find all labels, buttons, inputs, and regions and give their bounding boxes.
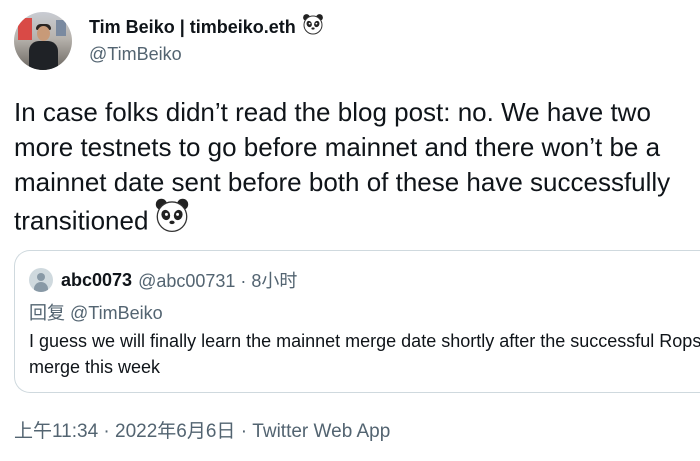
- quoted-tweet-header: abc0073 @abc00731 · 8小时: [29, 267, 297, 293]
- author-names: Tim Beiko | timbeiko.eth @TimBeiko: [89, 13, 324, 66]
- tweet-timestamp[interactable]: 上午11:34 · 2022年6月6日 · Twitter Web App: [14, 416, 390, 443]
- tweet-text: In case folks didn’t read the blog post:…: [14, 97, 671, 236]
- avatar-head: [37, 26, 50, 41]
- avatar[interactable]: [14, 12, 72, 70]
- tweet-body: In case folks didn’t read the blog post:…: [14, 95, 694, 245]
- panda-icon: [302, 13, 324, 41]
- avatar-body: [29, 41, 58, 70]
- reply-to-link[interactable]: @TimBeiko: [70, 303, 163, 323]
- author-display-name[interactable]: Tim Beiko | timbeiko.eth: [89, 15, 296, 39]
- avatar-bg-sign: [18, 18, 32, 40]
- panda-icon: [154, 197, 190, 242]
- quoted-author-name[interactable]: abc0073: [61, 270, 132, 291]
- tweet-header: Tim Beiko | timbeiko.eth @TimBeiko: [14, 12, 324, 70]
- quoted-handle-time: @abc00731 · 8小时: [138, 271, 298, 291]
- author-handle[interactable]: @TimBeiko: [89, 42, 324, 66]
- quoted-tweet-text: I guess we will finally learn the mainne…: [29, 331, 700, 377]
- default-avatar-body: [34, 282, 48, 292]
- avatar-bg-sign: [56, 20, 66, 36]
- author-display-name-row[interactable]: Tim Beiko | timbeiko.eth: [89, 13, 324, 41]
- quoted-reply-context: 回复 @TimBeiko: [29, 299, 163, 325]
- quoted-avatar[interactable]: [29, 268, 53, 292]
- default-avatar-head: [37, 273, 45, 281]
- quoted-tweet[interactable]: abc0073 @abc00731 · 8小时 回复 @TimBeiko I g…: [14, 250, 700, 393]
- reply-prefix: 回复: [29, 303, 65, 323]
